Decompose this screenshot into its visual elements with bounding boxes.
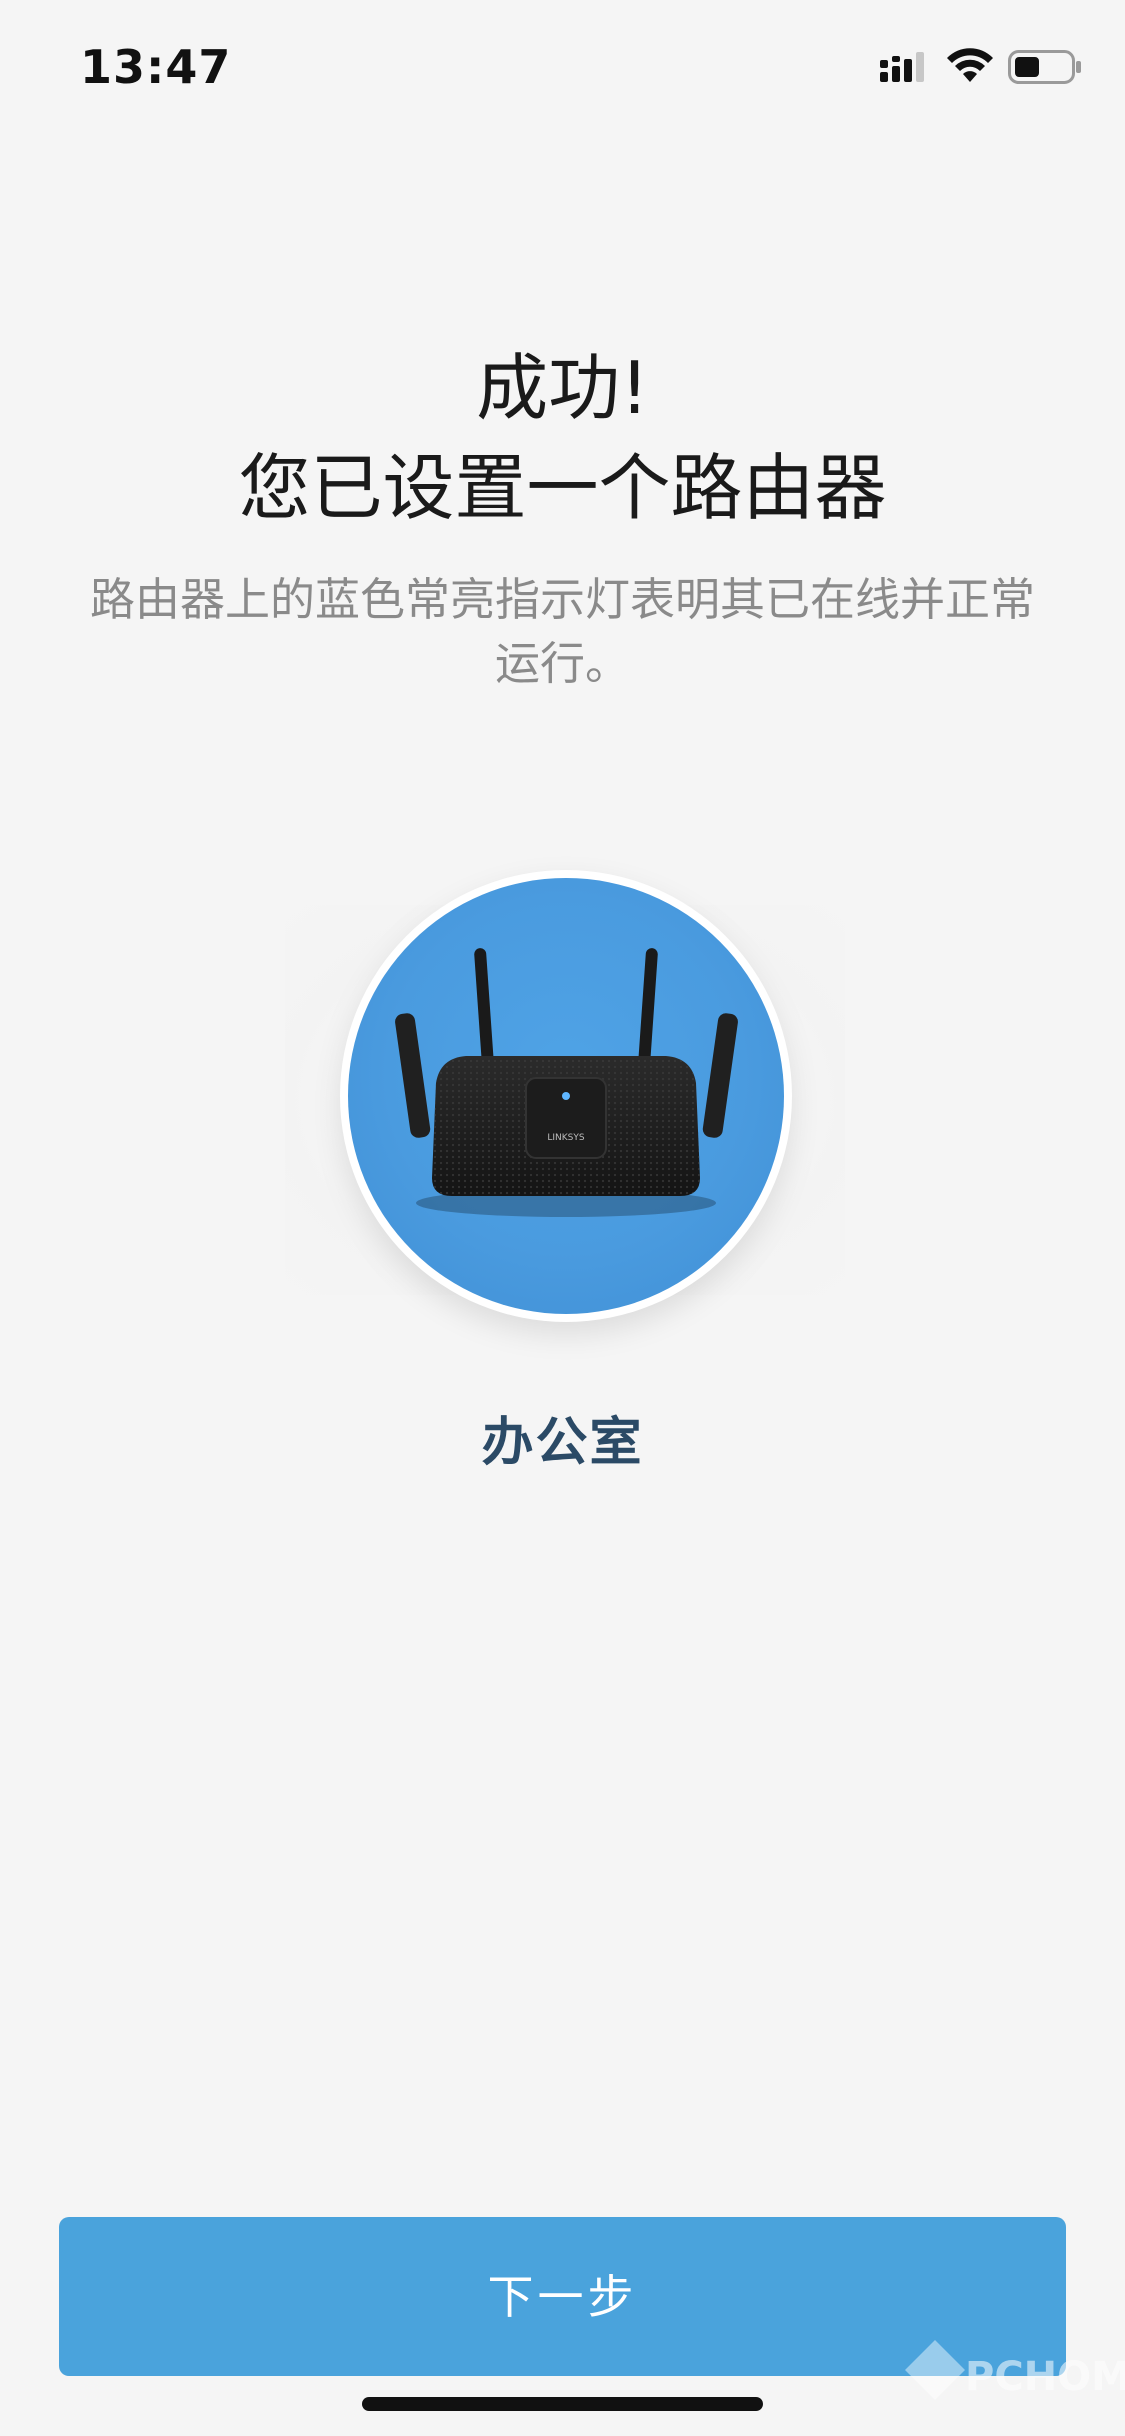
page-subtitle: 路由器上的蓝色常亮指示灯表明其已在线并正常运行。 [89, 573, 1035, 690]
router-name: 办公室 [481, 1413, 644, 1473]
home-indicator[interactable] [362, 2397, 763, 2411]
router-avatar-background: LINKSYS [348, 878, 784, 1314]
router-avatar: LINKSYS [340, 870, 792, 1322]
router-icon: LINKSYS [395, 948, 738, 1217]
page-title-secondary: 您已设置一个路由器 [238, 446, 887, 530]
cellular-signal-icon [880, 52, 924, 82]
watermark-text: PCHOME [965, 2354, 1125, 2400]
pchome-watermark-logo: PCHOME [905, 2340, 1125, 2400]
status-bar: 13:47 [0, 0, 1125, 130]
wifi-icon [947, 48, 993, 82]
status-time: 13:47 [80, 40, 232, 94]
page-title: 成功! [476, 346, 649, 430]
battery-icon [1008, 50, 1081, 84]
router-brand-label: LINKSYS [547, 1133, 585, 1143]
